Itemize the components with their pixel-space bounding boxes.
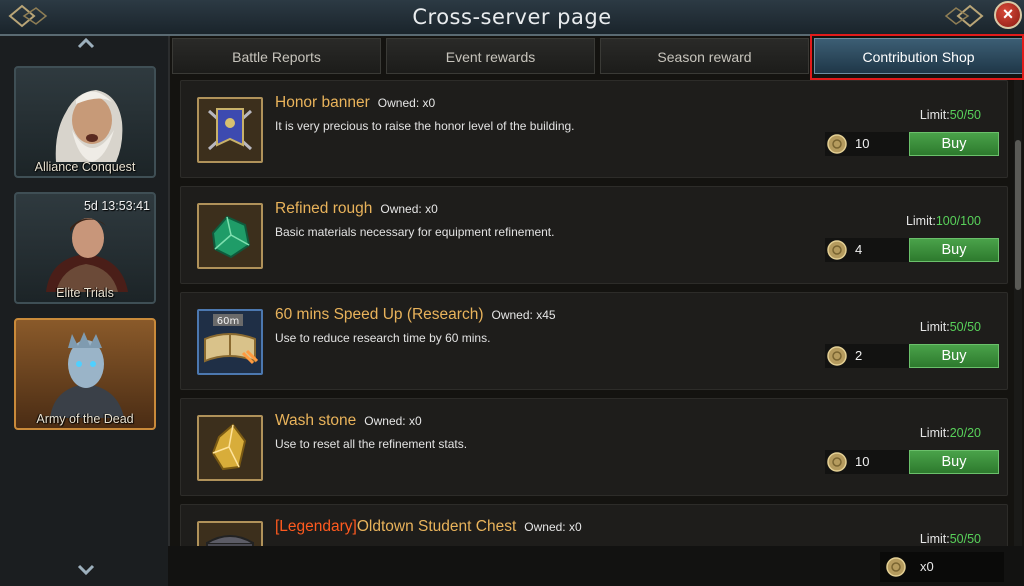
item-name: [Legendary]Oldtown Student Chest Owned: x… bbox=[275, 518, 582, 535]
item-description: Use to reduce research time by 60 mins. bbox=[275, 331, 491, 345]
chest-icon bbox=[197, 521, 263, 546]
page-title: Cross-server page bbox=[412, 5, 612, 29]
shop-item: 60m 60 mins Speed Up (Research) Owned: x4… bbox=[180, 292, 1008, 390]
tab-battle-reports[interactable]: Battle Reports bbox=[172, 38, 381, 74]
ornament-icon bbox=[944, 4, 984, 28]
tab-bar: Battle Reports Event rewards Season rewa… bbox=[168, 34, 1024, 80]
sidebar-card-label: Army of the Dead bbox=[36, 412, 134, 426]
coin-icon bbox=[827, 452, 847, 472]
shop-item: Wash stone Owned: x0 Use to reset all the… bbox=[180, 398, 1008, 496]
tab-season-reward[interactable]: Season reward bbox=[600, 38, 809, 74]
buy-button[interactable]: Buy bbox=[909, 238, 999, 262]
coin-icon bbox=[886, 557, 906, 577]
price-box: 4 bbox=[825, 238, 909, 262]
currency-balance: x0 bbox=[880, 552, 1004, 582]
close-button[interactable]: × bbox=[994, 1, 1022, 29]
item-name: 60 mins Speed Up (Research) Owned: x45 bbox=[275, 306, 556, 323]
shop-item: Refined rough Owned: x0 Basic materials n… bbox=[180, 186, 1008, 284]
owned-count: Owned: x0 bbox=[364, 414, 422, 428]
owned-count: Owned: x45 bbox=[491, 308, 556, 322]
price-box: 10 bbox=[825, 450, 909, 474]
purchase-limit: Limit:50/50 bbox=[919, 532, 981, 546]
tab-contribution-shop[interactable]: Contribution Shop bbox=[814, 38, 1023, 74]
owned-count: Owned: x0 bbox=[524, 520, 582, 534]
scrollbar-thumb[interactable] bbox=[1015, 140, 1021, 290]
shop-item: Honor banner Owned: x0 It is very preciou… bbox=[180, 80, 1008, 178]
item-description: Use to reset all the refinement stats. bbox=[275, 437, 468, 451]
item-name: Refined rough Owned: x0 bbox=[275, 200, 438, 217]
price-value: 10 bbox=[855, 136, 870, 151]
old-man-portrait-icon bbox=[55, 90, 123, 162]
shop-item: [Legendary]Oldtown Student Chest Owned: x… bbox=[180, 504, 1008, 546]
sidebar-card-elite-trials[interactable]: 5d 13:53:41 Elite Trials bbox=[14, 192, 156, 304]
scroll-up-icon[interactable] bbox=[76, 36, 96, 50]
coin-icon bbox=[827, 346, 847, 366]
speedup-badge: 60m bbox=[217, 316, 239, 327]
tab-event-rewards[interactable]: Event rewards bbox=[386, 38, 595, 74]
price-value: 4 bbox=[855, 242, 863, 257]
event-timer: 5d 13:53:41 bbox=[83, 199, 150, 213]
owned-count: Owned: x0 bbox=[380, 202, 438, 216]
scrollbar[interactable] bbox=[1014, 80, 1022, 546]
sidebar-card-army-of-the-dead[interactable]: Army of the Dead bbox=[14, 318, 156, 430]
sidebar-card-alliance-conquest[interactable]: Alliance Conquest bbox=[14, 66, 156, 178]
ornament-icon bbox=[8, 4, 48, 28]
title-bar: Cross-server page × bbox=[0, 0, 1024, 36]
owned-count: Owned: x0 bbox=[377, 96, 436, 110]
price-box: 10 bbox=[825, 132, 909, 156]
green-gem-icon bbox=[197, 203, 263, 269]
sidebar: Alliance Conquest 5d 13:53:41 Elite Tria… bbox=[0, 36, 170, 586]
sidebar-card-label: Alliance Conquest bbox=[34, 160, 136, 174]
purchase-limit: Limit:100/100 bbox=[905, 214, 981, 228]
shop-item-list: Honor banner Owned: x0 It is very preciou… bbox=[172, 80, 1010, 546]
price-value: 2 bbox=[855, 348, 863, 363]
item-description: Basic materials necessary for equipment … bbox=[275, 225, 555, 239]
purchase-limit: Limit:20/20 bbox=[919, 426, 981, 440]
item-description: It is very precious to raise the honor l… bbox=[275, 119, 575, 133]
coin-icon bbox=[827, 134, 847, 154]
honor-banner-icon bbox=[197, 97, 263, 163]
footer-bar: x0 bbox=[168, 546, 1024, 586]
purchase-limit: Limit:50/50 bbox=[919, 320, 981, 334]
white-walker-portrait-icon bbox=[50, 332, 124, 418]
item-name: Wash stone Owned: x0 bbox=[275, 412, 422, 429]
research-book-icon: 60m bbox=[197, 309, 263, 375]
price-box: 2 bbox=[825, 344, 909, 368]
balance-value: x0 bbox=[920, 559, 934, 574]
buy-button[interactable]: Buy bbox=[909, 132, 999, 156]
buy-button[interactable]: Buy bbox=[909, 344, 999, 368]
yellow-crystal-icon bbox=[197, 415, 263, 481]
price-value: 10 bbox=[855, 454, 870, 469]
buy-button[interactable]: Buy bbox=[909, 450, 999, 474]
coin-icon bbox=[827, 240, 847, 260]
item-name: Honor banner Owned: x0 bbox=[275, 94, 436, 111]
scroll-down-icon[interactable] bbox=[76, 563, 96, 577]
sidebar-card-label: Elite Trials bbox=[56, 286, 114, 300]
purchase-limit: Limit:50/50 bbox=[919, 108, 981, 122]
